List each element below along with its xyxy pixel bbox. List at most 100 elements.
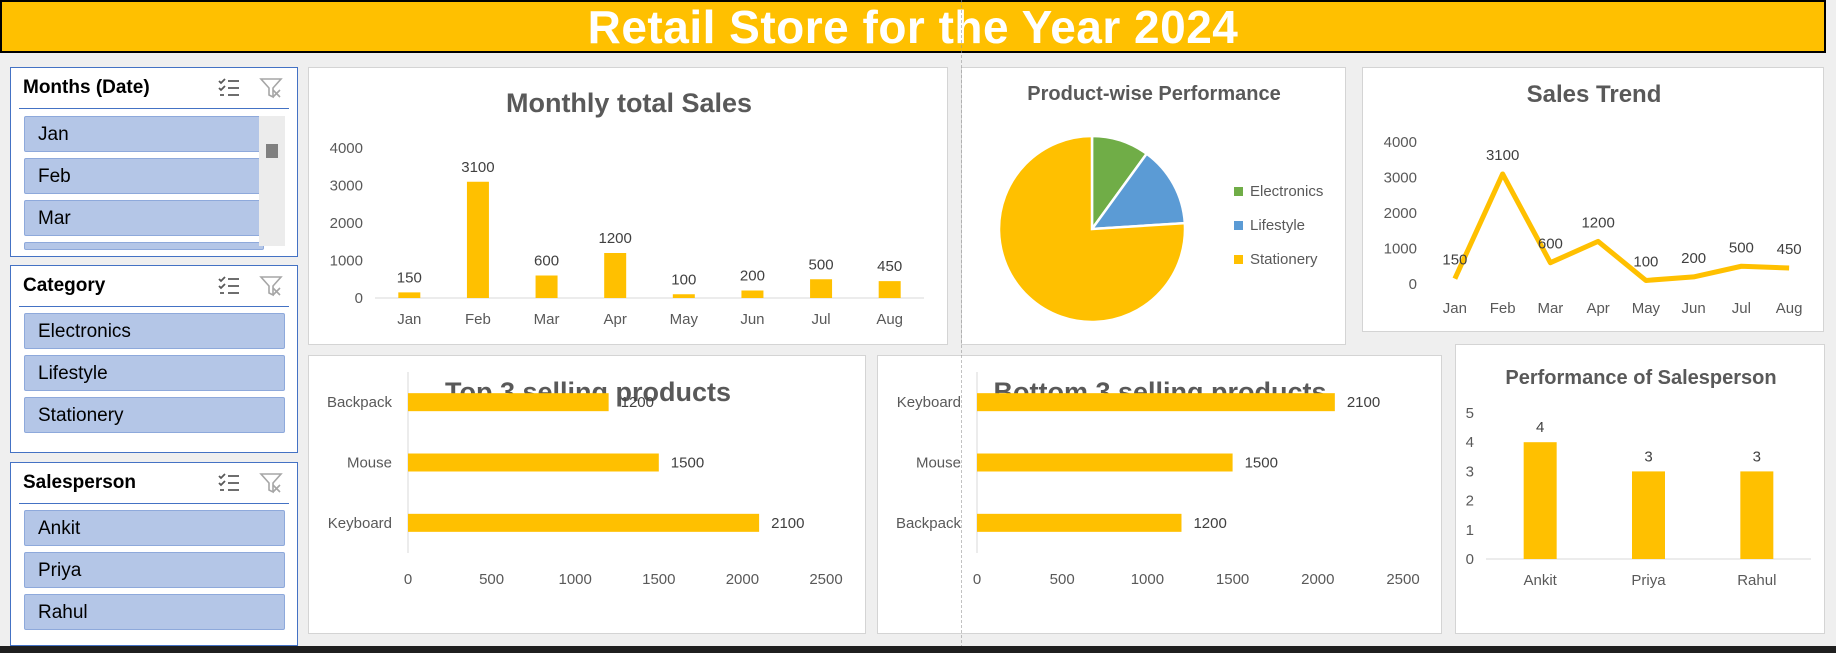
slicer-item-feb[interactable]: Feb: [24, 158, 264, 194]
legend-swatch: [1234, 255, 1243, 264]
x-tick-label: May: [670, 311, 699, 328]
dashboard-title: Retail Store for the Year 2024: [587, 0, 1239, 53]
chart-title: Monthly total Sales: [506, 88, 752, 118]
x-tick-label: 1500: [642, 571, 675, 588]
bar-mouse: [408, 453, 659, 472]
data-label: 600: [1538, 236, 1563, 253]
slicer-header: Salesperson: [19, 463, 289, 504]
y-tick-label: 1000: [1384, 241, 1417, 258]
multi-select-icon[interactable]: [217, 471, 241, 495]
slicer-title: Category: [23, 275, 106, 296]
x-tick-label: Jun: [740, 311, 764, 328]
y-tick-label: 2000: [1384, 205, 1417, 222]
y-tick-label: 3000: [330, 178, 363, 195]
x-tick-label: 500: [1050, 571, 1075, 588]
slicer-title: Months (Date): [23, 77, 150, 98]
x-tick-label: 1500: [1216, 571, 1249, 588]
legend-label: Lifestyle: [1250, 217, 1305, 234]
y-tick-label: 2: [1466, 493, 1474, 510]
chart-title: Sales Trend: [1527, 81, 1662, 108]
x-tick-label: Jul: [1732, 300, 1751, 317]
data-label: 500: [809, 256, 834, 273]
y-tick-label: Backpack: [896, 515, 962, 532]
x-tick-label: 1000: [1131, 571, 1164, 588]
bar-apr: [604, 253, 627, 298]
bar-feb: [466, 181, 489, 298]
x-tick-label: Apr: [604, 311, 627, 328]
multi-select-icon[interactable]: [217, 76, 241, 100]
data-label: 600: [534, 253, 559, 270]
data-label: 1500: [1245, 455, 1278, 472]
legend-swatch: [1234, 221, 1243, 230]
data-label: 200: [740, 268, 765, 285]
sales-trend-chart[interactable]: Sales Trend 0 1000 2000 3000 4000 150 Jan 3100 Fe…: [1362, 67, 1824, 332]
slicer-item-stationery[interactable]: Stationery: [24, 397, 285, 433]
y-tick-label: 4000: [330, 140, 363, 157]
y-tick-label: Keyboard: [328, 515, 392, 532]
slicer-title: Salesperson: [23, 472, 136, 493]
bar-backpack: [408, 393, 609, 412]
slicer-item-electronics[interactable]: Electronics: [24, 313, 285, 349]
slicer-item-priya[interactable]: Priya: [24, 552, 285, 588]
slicer-header: Category: [19, 266, 289, 307]
monthly-sales-chart[interactable]: Monthly total Sales 0 1000 2000 3000 4000 150 J…: [308, 67, 948, 345]
clear-filter-icon[interactable]: [259, 76, 283, 100]
x-tick-label: Aug: [876, 311, 903, 328]
y-tick-label: Keyboard: [897, 394, 961, 411]
slicer-scrollbar[interactable]: [259, 116, 285, 246]
data-label: 3100: [461, 159, 494, 176]
slicer-item-mar[interactable]: Mar: [24, 200, 264, 236]
x-tick-label: 2500: [809, 571, 842, 588]
legend-label: Stationery: [1250, 251, 1318, 268]
bar-aug: [878, 281, 901, 298]
category-slicer: Category Electronics Lifestyle Stationer…: [10, 265, 298, 453]
data-label: 4: [1536, 419, 1544, 436]
x-tick-label: Jan: [397, 311, 421, 328]
data-label: 3100: [1486, 147, 1519, 164]
slicer-item-rahul[interactable]: Rahul: [24, 594, 285, 630]
multi-select-icon[interactable]: [217, 274, 241, 298]
chart-title: Product-wise Performance: [1027, 83, 1280, 105]
bar-ankit: [1523, 442, 1557, 559]
data-label: 450: [1777, 241, 1802, 258]
data-label: 150: [397, 269, 422, 286]
x-tick-label: 0: [973, 571, 981, 588]
clear-filter-icon[interactable]: [259, 274, 283, 298]
slicer-item-partial[interactable]: [24, 242, 264, 250]
x-tick-label: 0: [404, 571, 412, 588]
y-tick-label: 1000: [330, 253, 363, 270]
x-tick-label: May: [1632, 300, 1661, 317]
trend-line: [1452, 171, 1790, 283]
x-tick-label: 2000: [1301, 571, 1334, 588]
product-performance-chart[interactable]: Product-wise Performance Electronics Lifes…: [961, 67, 1346, 345]
bar-keyboard: [408, 513, 760, 532]
slicer-item-lifestyle[interactable]: Lifestyle: [24, 355, 285, 391]
x-tick-label: Mar: [1537, 300, 1563, 317]
clear-filter-icon[interactable]: [259, 471, 283, 495]
salesperson-slicer: Salesperson Ankit Priya Rahul: [10, 462, 298, 646]
data-label: 2100: [1347, 394, 1380, 411]
data-label: 100: [671, 271, 696, 288]
title-banner: Retail Store for the Year 2024: [0, 0, 1826, 53]
data-label: 2100: [771, 515, 804, 532]
y-tick-label: 1: [1466, 522, 1474, 539]
y-tick-label: 4000: [1384, 134, 1417, 151]
salesperson-performance-chart[interactable]: Performance of Salesperson 0 1 2 3 4 5 4 Ankit 3 P…: [1455, 344, 1825, 634]
x-tick-label: Mar: [534, 311, 560, 328]
bar-may: [672, 294, 695, 298]
scroll-thumb[interactable]: [266, 144, 278, 158]
bar-rahul: [1740, 471, 1774, 559]
x-tick-label: Priya: [1631, 572, 1666, 589]
data-label: 450: [877, 258, 902, 275]
chart-title: Performance of Salesperson: [1505, 367, 1776, 389]
bar-mouse: [977, 453, 1233, 472]
slicer-item-ankit[interactable]: Ankit: [24, 510, 285, 546]
sheet-edge: [0, 646, 1836, 653]
page-break-line: [961, 0, 962, 653]
data-label: 1200: [1581, 214, 1614, 231]
slicer-item-jan[interactable]: Jan: [24, 116, 264, 152]
y-tick-label: Mouse: [916, 455, 961, 472]
bar-keyboard: [977, 393, 1335, 412]
top3-products-chart[interactable]: Top 3 selling products 0 500 1000 1500 2000 25…: [308, 355, 866, 634]
bar-jan: [398, 292, 421, 298]
